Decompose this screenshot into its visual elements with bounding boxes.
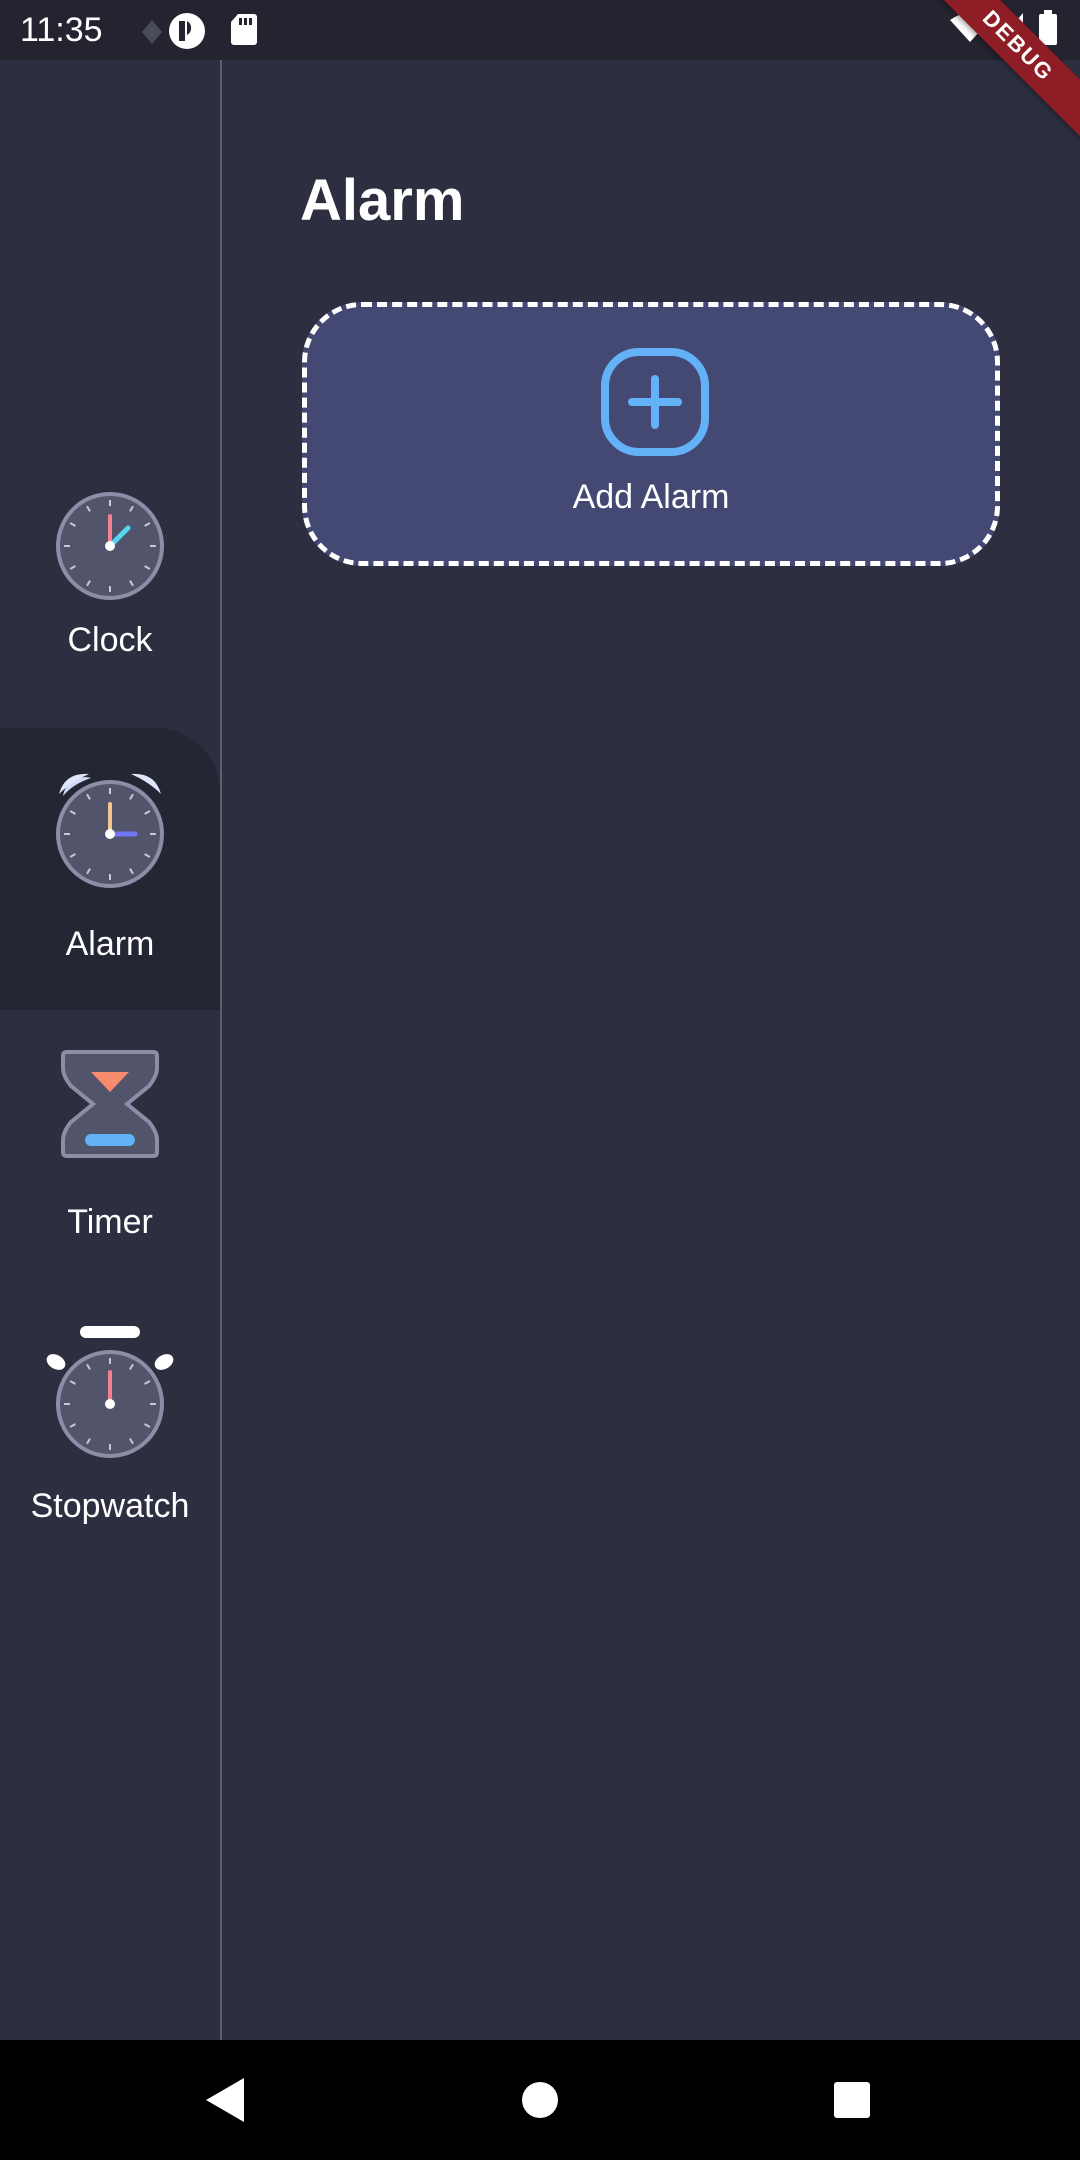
add-icon [600, 347, 710, 457]
home-icon[interactable] [510, 2070, 570, 2130]
sidebar-item-label-clock: Clock [67, 621, 153, 659]
sidebar-item-timer[interactable]: Timer [0, 1046, 220, 1256]
stopwatch-icon [40, 1326, 180, 1462]
alarm-icon [45, 764, 175, 894]
app-root: 11:35 DEBUG Clock Alarm Timer Stopwatch … [0, 0, 1080, 2160]
hourglass-icon [55, 1046, 165, 1162]
navigation-bar [0, 2040, 1080, 2160]
recents-icon[interactable] [822, 2070, 882, 2130]
status-time: 11:35 [20, 11, 103, 49]
sd-card-icon [230, 12, 258, 51]
sidebar-divider [220, 60, 222, 2040]
add-alarm-label: Add Alarm [572, 478, 730, 516]
clock-icon [50, 480, 170, 600]
sidebar-item-stopwatch[interactable]: Stopwatch [0, 1326, 220, 1556]
app-logo-icon [168, 12, 206, 55]
sidebar-item-label-alarm: Alarm [65, 925, 155, 963]
sidebar-item-label-timer: Timer [67, 1203, 153, 1241]
sidebar-item-alarm[interactable]: Alarm [0, 728, 220, 1010]
sidebar-item-label-stopwatch: Stopwatch [30, 1487, 190, 1525]
add-alarm-button[interactable]: Add Alarm [302, 302, 1000, 566]
sidebar-item-clock[interactable]: Clock [0, 480, 220, 710]
notification-dot-icon [140, 18, 164, 51]
back-icon[interactable] [196, 2070, 256, 2130]
page-title: Alarm [300, 168, 465, 233]
status-bar: 11:35 [0, 0, 1080, 60]
